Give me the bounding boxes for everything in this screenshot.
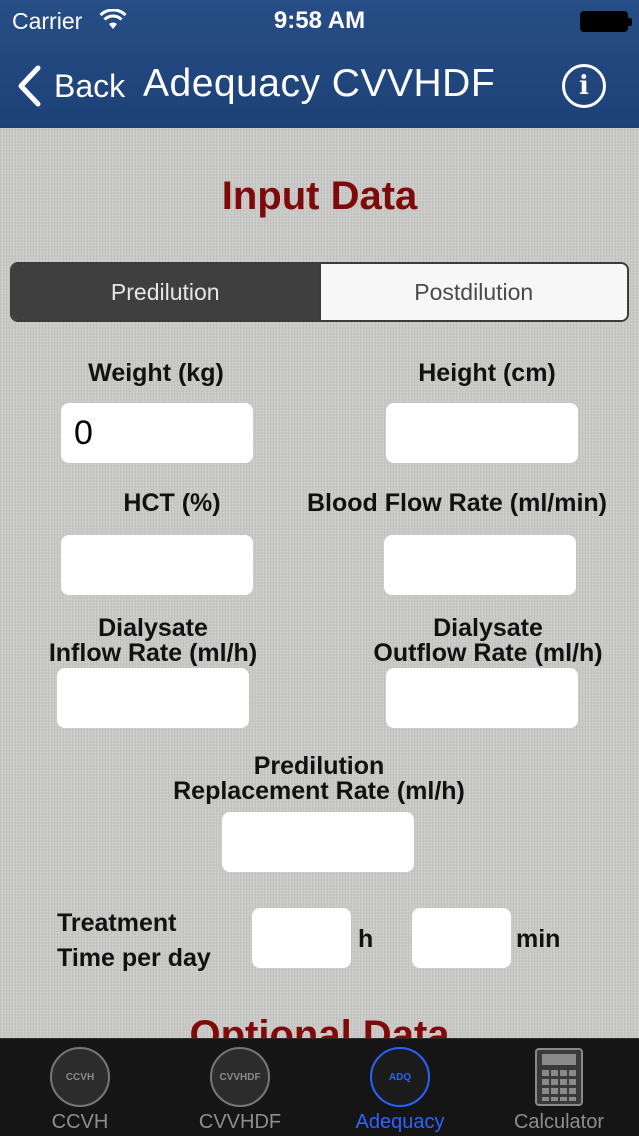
treatment-hours-field[interactable] — [252, 908, 351, 968]
dialysate-outflow-field[interactable] — [386, 668, 578, 728]
section-title-optional: Optional Data — [189, 1013, 450, 1038]
input-form[interactable]: Input Data Predilution Postdilution Weig… — [0, 128, 639, 1038]
status-bar: Carrier 9:58 AM — [0, 0, 639, 40]
info-icon: i — [579, 71, 589, 101]
weight-label: Weight (kg) — [88, 359, 224, 387]
dialysate-outflow-label-line2: Outflow Rate (ml/h) — [373, 639, 603, 667]
weight-field[interactable]: 0 — [61, 403, 253, 463]
hct-field[interactable] — [61, 535, 253, 595]
section-title-input: Input Data — [221, 174, 418, 218]
tab-ccvh[interactable]: CCVH CCVH — [0, 1039, 160, 1136]
back-label: Back — [54, 67, 126, 104]
tab-ccvh-label: CCVH — [51, 1111, 109, 1133]
predilution-replacement-label: Predilution Replacement Rate (ml/h) — [139, 754, 499, 804]
tab-calculator-label: Calculator — [513, 1111, 605, 1133]
hours-unit-label: h — [358, 925, 374, 953]
dialysate-inflow-label-line2: Inflow Rate (ml/h) — [48, 639, 258, 667]
dialysate-inflow-field[interactable] — [57, 668, 249, 728]
height-label: Height (cm) — [418, 359, 556, 387]
dialysate-inflow-label-line1: Dialysate — [98, 614, 208, 642]
tab-calculator[interactable]: Calculator — [479, 1039, 639, 1136]
dialysate-outflow-label-line1: Dialysate — [433, 614, 543, 642]
treatment-time-label: Treatment Time per day — [57, 906, 211, 976]
cvvhdf-icon: CVVHDF — [210, 1047, 270, 1107]
blood-flow-label: Blood Flow Rate (ml/min) — [307, 489, 607, 517]
tab-adequacy-label: Adequacy — [355, 1111, 445, 1133]
treatment-time-label-line2: Time per day — [57, 944, 211, 972]
ccvh-icon: CCVH — [50, 1047, 110, 1107]
treatment-time-label-line1: Treatment — [57, 909, 177, 937]
tab-cvvhdf[interactable]: CVVHDF CVVHDF — [160, 1039, 320, 1136]
calculator-icon — [535, 1048, 583, 1106]
hct-label: HCT (%) — [123, 489, 221, 517]
predilution-replacement-label-line1: Predilution — [253, 752, 385, 780]
page-title: Adequacy CVVHDF — [143, 62, 496, 105]
segment-predilution[interactable]: Predilution — [12, 264, 319, 320]
adequacy-icon: ADQ — [370, 1047, 430, 1107]
info-button[interactable]: i — [562, 64, 606, 108]
dialysate-outflow-label: Dialysate Outflow Rate (ml/h) — [348, 616, 628, 666]
battery-icon — [580, 11, 632, 32]
back-button[interactable]: Back — [16, 62, 125, 110]
height-field[interactable] — [386, 403, 578, 463]
dilution-segmented-control[interactable]: Predilution Postdilution — [10, 262, 629, 322]
predilution-replacement-field[interactable] — [222, 812, 414, 872]
treatment-minutes-field[interactable] — [412, 908, 511, 968]
navigation-header: Carrier 9:58 AM Back Adequacy CVVHDF i — [0, 0, 639, 128]
predilution-replacement-label-line2: Replacement Rate (ml/h) — [173, 777, 465, 805]
segment-postdilution[interactable]: Postdilution — [318, 264, 627, 320]
dialysate-inflow-label: Dialysate Inflow Rate (ml/h) — [23, 616, 283, 666]
minutes-unit-label: min — [516, 925, 561, 953]
tab-cvvhdf-label: CVVHDF — [198, 1111, 282, 1133]
tab-bar: CCVH CCVH CVVHDF CVVHDF ADQ Adequacy Cal… — [0, 1038, 639, 1136]
chevron-left-icon — [18, 65, 41, 107]
tab-adequacy[interactable]: ADQ Adequacy — [320, 1039, 480, 1136]
status-time: 9:58 AM — [273, 7, 366, 34]
blood-flow-field[interactable] — [384, 535, 576, 595]
